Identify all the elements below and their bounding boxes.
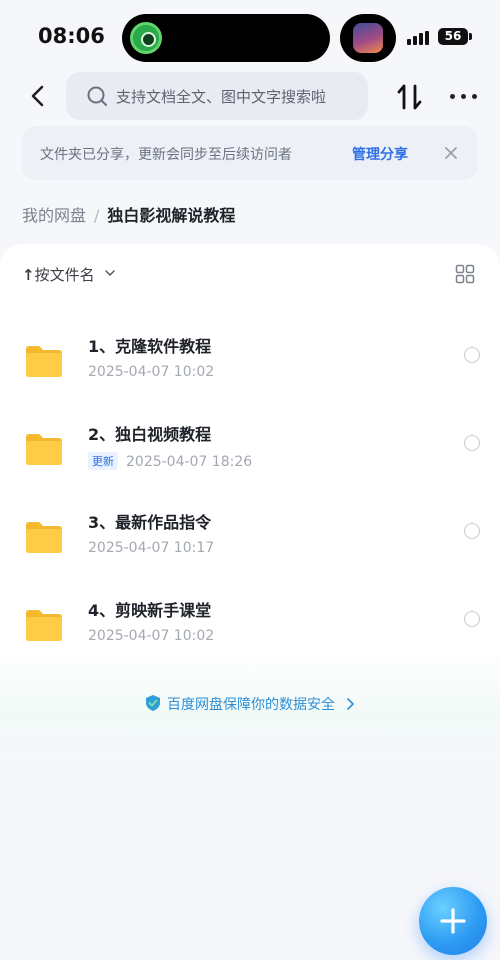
file-name: 1、克隆软件教程 — [88, 337, 212, 356]
select-radio[interactable] — [464, 611, 480, 627]
list-item[interactable]: 1、克隆软件教程 2025-04-07 10:02 — [0, 321, 500, 409]
folder-icon — [26, 522, 62, 553]
file-date: 2025-04-07 10:02 — [88, 364, 215, 380]
list-item[interactable]: 4、剪映新手课堂 2025-04-07 10:02 — [0, 585, 500, 673]
breadcrumb-separator: / — [94, 206, 100, 225]
chevron-left-icon — [31, 85, 44, 107]
back-button[interactable] — [25, 82, 53, 110]
file-name: 3、最新作品指令 — [88, 513, 212, 532]
file-list-panel: ↑按文件名 1、克隆软件教程 2025-04-07 10:02 2、独白视频教程… — [0, 244, 500, 764]
dynamic-island[interactable] — [122, 14, 330, 62]
manage-share-link[interactable]: 管理分享 — [352, 144, 408, 164]
sort-label: 按文件名 — [34, 266, 95, 284]
close-icon[interactable] — [440, 142, 462, 164]
media-thumbnail-icon[interactable] — [353, 23, 383, 53]
transfer-sort-button[interactable] — [396, 82, 424, 112]
cellular-signal-icon — [407, 31, 431, 45]
grid-view-icon[interactable] — [455, 264, 475, 284]
search-input[interactable]: 支持文档全文、图中文字搜索啦 — [66, 72, 368, 120]
list-item[interactable]: 3、最新作品指令 2025-04-07 10:17 — [0, 497, 500, 585]
share-banner-text: 文件夹已分享，更新会同步至后续访问者 — [40, 147, 292, 163]
battery-icon: 56 — [438, 28, 472, 45]
folder-icon — [26, 610, 62, 641]
shield-icon — [146, 695, 160, 711]
search-placeholder: 支持文档全文、图中文字搜索啦 — [116, 88, 327, 106]
sort-arrows-icon — [397, 84, 422, 110]
media-island[interactable] — [340, 14, 396, 62]
sort-by-name-dropdown[interactable]: ↑按文件名 — [22, 264, 116, 285]
more-dots-icon[interactable] — [448, 84, 480, 108]
breadcrumb-current: 独白影视解说教程 — [107, 206, 236, 225]
search-icon — [87, 86, 107, 106]
breadcrumb: 我的网盘 / 独白影视解说教程 — [22, 202, 235, 226]
file-meta: 更新 2025-04-07 18:26 — [88, 452, 252, 470]
safety-text: 百度网盘保障你的数据安全 — [167, 697, 335, 713]
folder-icon — [26, 346, 62, 377]
share-banner: 文件夹已分享，更新会同步至后续访问者 管理分享 — [22, 126, 478, 180]
select-radio[interactable] — [464, 523, 480, 539]
app-activity-icon[interactable] — [130, 22, 162, 54]
breadcrumb-root[interactable]: 我的网盘 — [22, 206, 86, 225]
file-date: 2025-04-07 10:17 — [88, 540, 215, 556]
file-name: 4、剪映新手课堂 — [88, 601, 212, 620]
data-safety-link[interactable]: 百度网盘保障你的数据安全 — [0, 694, 500, 714]
select-radio[interactable] — [464, 347, 480, 363]
file-date: 2025-04-07 10:02 — [88, 628, 215, 644]
chevron-right-icon — [347, 698, 354, 710]
plus-icon — [440, 908, 466, 934]
add-button[interactable] — [419, 887, 487, 955]
select-radio[interactable] — [464, 435, 480, 451]
sort-arrow: ↑ — [22, 266, 35, 284]
chevron-down-icon — [105, 270, 116, 277]
file-date: 2025-04-07 18:26 — [126, 454, 253, 470]
update-badge: 更新 — [88, 452, 118, 470]
status-time: 08:06 — [38, 24, 105, 48]
file-name: 2、独白视频教程 — [88, 425, 212, 444]
folder-icon — [26, 434, 62, 465]
status-bar: 08:06 56 — [0, 0, 500, 70]
list-item[interactable]: 2、独白视频教程 更新 2025-04-07 18:26 — [0, 409, 500, 497]
